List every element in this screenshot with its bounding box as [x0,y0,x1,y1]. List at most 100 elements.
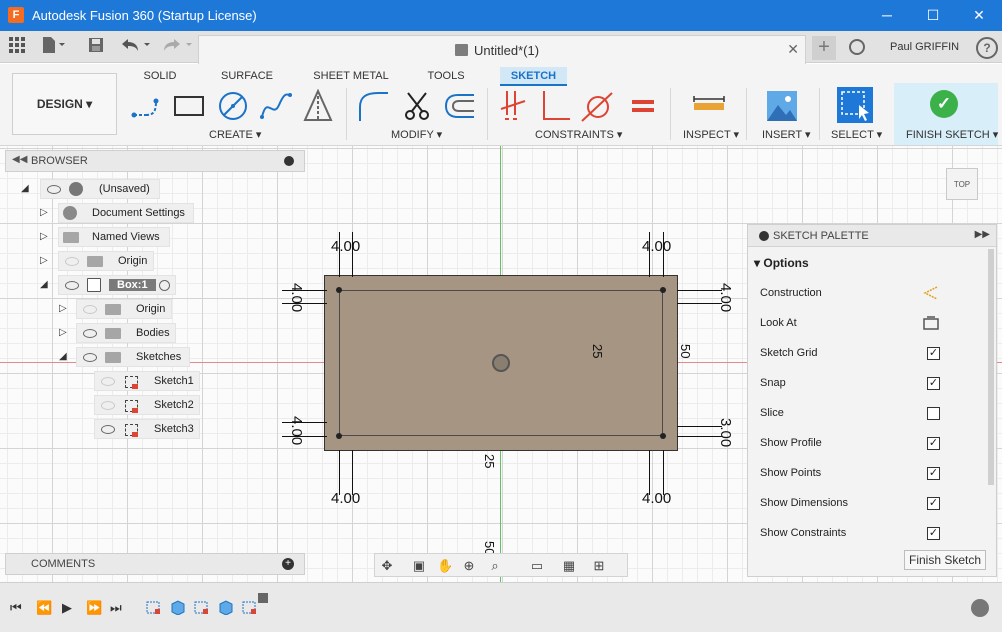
select-cursor-icon[interactable] [837,87,873,123]
browser-item-origin[interactable]: Origin [58,251,154,271]
browser-item-sketch3[interactable]: Sketch3 [94,419,200,439]
browser-item-sketches[interactable]: Sketches [76,347,190,367]
collapse-triangle-icon[interactable]: ◢ [59,351,67,362]
file-menu-icon[interactable] [42,37,68,57]
constraints-group-label[interactable]: CONSTRAINTS ▾ [535,128,622,141]
look-at-icon[interactable] [923,315,939,331]
finish-sketch-check-icon[interactable]: ✓ [930,90,958,118]
tab-sheet-metal[interactable]: SHEET METAL [312,67,390,85]
dimension-overall-height[interactable]: 50 [678,344,693,358]
browser-item-document-settings[interactable]: Document Settings [58,203,194,223]
visibility-eye-icon[interactable] [65,281,79,290]
dimension-top-right[interactable]: 4.00 [642,238,671,255]
browser-item-root[interactable]: (Unsaved) [40,179,160,199]
expand-palette-icon[interactable]: ▶▶ [975,229,990,240]
tab-surface[interactable]: SURFACE [217,67,277,85]
palette-row-show-profile[interactable]: Show Profile ✓ [760,437,940,450]
timeline-sketch-icon[interactable] [242,599,258,615]
timeline-marker[interactable] [258,593,268,603]
perpendicular-constraint-icon[interactable] [538,89,572,123]
snap-checkbox[interactable]: ✓ [927,377,940,390]
viewports-icon[interactable]: ⊞ [591,558,607,574]
construction-icon[interactable] [923,285,939,301]
options-section-header[interactable]: ▾ Options [754,256,809,270]
go-to-start-icon[interactable]: ⏮ [10,600,22,616]
user-name[interactable]: Paul GRIFFIN [890,41,959,53]
undo-icon[interactable] [120,37,152,57]
document-tab[interactable]: Untitled*(1) ✕ [198,35,806,64]
show-profile-checkbox[interactable]: ✓ [927,437,940,450]
visibility-eye-icon[interactable] [65,257,79,266]
expand-triangle-icon[interactable]: ▷ [40,231,48,242]
fit-zoom-icon[interactable]: ⌕ [487,558,503,574]
browser-item-bodies[interactable]: Bodies [76,323,176,343]
create-group-label[interactable]: CREATE ▾ [209,128,261,141]
dimension-left-bottom[interactable]: 4.00 [288,416,305,445]
pan-hand-icon[interactable]: ✋ [437,558,453,574]
offset-tool-icon[interactable] [442,89,476,123]
visibility-eye-icon[interactable] [101,401,115,410]
dimension-bottom-right[interactable]: 4.00 [642,490,671,507]
save-icon[interactable] [88,37,104,57]
minimize-button[interactable]: ─ [864,0,910,31]
coincident-constraint-icon[interactable] [497,89,531,123]
show-points-checkbox[interactable]: ✓ [927,467,940,480]
palette-row-construction[interactable]: Construction [760,286,938,300]
modify-group-label[interactable]: MODIFY ▾ [391,128,442,141]
redo-icon[interactable] [162,37,194,57]
palette-row-show-constraints[interactable]: Show Constraints ✓ [760,527,940,540]
job-status-clock-icon[interactable] [849,39,865,55]
visibility-eye-icon[interactable] [83,329,97,338]
rectangle-tool-icon[interactable] [172,89,206,123]
timeline-settings-gear-icon[interactable] [971,599,989,617]
tangent-constraint-icon[interactable] [580,89,614,123]
tab-sketch[interactable]: SKETCH [500,67,567,85]
display-settings-icon[interactable]: ▭ [529,558,545,574]
visibility-eye-icon[interactable] [101,425,115,434]
tab-solid[interactable]: SOLID [140,67,180,85]
visibility-eye-icon[interactable] [83,305,97,314]
help-icon[interactable]: ? [976,37,998,59]
sketch-point[interactable] [336,433,342,439]
dimension-right-top[interactable]: 4.00 [717,283,734,312]
palette-row-slice[interactable]: Slice [760,407,940,420]
slice-checkbox[interactable] [927,407,940,420]
select-group-label[interactable]: SELECT ▾ [831,128,882,141]
expand-triangle-icon[interactable]: ▷ [40,255,48,266]
palette-scrollbar[interactable] [988,249,994,485]
visibility-eye-icon[interactable] [47,185,61,194]
close-window-button[interactable]: ✕ [956,0,1002,31]
browser-item-box1[interactable]: Box:1 [58,275,176,295]
step-forward-icon[interactable]: ⏩ [86,600,102,616]
browser-item-named-views[interactable]: Named Views [58,227,170,247]
polygon-tool-icon[interactable] [302,89,336,123]
play-icon[interactable]: ▶ [62,600,72,616]
close-tab-icon[interactable]: ✕ [787,41,799,58]
finish-sketch-label[interactable]: FINISH SKETCH ▾ [906,128,998,141]
palette-row-sketch-grid[interactable]: Sketch Grid ✓ [760,347,940,360]
sketch-point[interactable] [660,433,666,439]
browser-item-sketch1[interactable]: Sketch1 [94,371,200,391]
zoom-icon[interactable]: ⊕ [461,558,477,574]
view-cube[interactable]: TOP [946,168,978,200]
dimension-inner-horizontal[interactable]: 25 [482,454,497,468]
palette-row-look-at[interactable]: Look At [760,316,939,330]
expand-triangle-icon[interactable]: ▷ [59,303,67,314]
activate-component-icon[interactable] [159,280,170,291]
sketch-point[interactable] [660,287,666,293]
palette-row-snap[interactable]: Snap ✓ [760,377,940,390]
dimension-right-bottom[interactable]: 3.00 [717,418,734,447]
timeline-sketch-icon[interactable] [146,599,162,615]
fillet-tool-icon[interactable] [356,89,390,123]
go-to-end-icon[interactable]: ⏭ [110,600,122,616]
tab-tools[interactable]: TOOLS [424,67,468,85]
panel-minimize-icon[interactable] [284,156,294,166]
step-back-icon[interactable]: ⏪ [36,600,52,616]
collapse-triangle-icon[interactable]: ◢ [21,183,29,194]
show-dimensions-checkbox[interactable]: ✓ [927,497,940,510]
equal-constraint-icon[interactable] [626,89,660,123]
browser-item-box-origin[interactable]: Origin [76,299,172,319]
workspace-switcher-button[interactable]: DESIGN ▾ [12,73,117,135]
timeline-extrude-icon[interactable] [218,599,234,615]
expand-triangle-icon[interactable]: ▷ [59,327,67,338]
